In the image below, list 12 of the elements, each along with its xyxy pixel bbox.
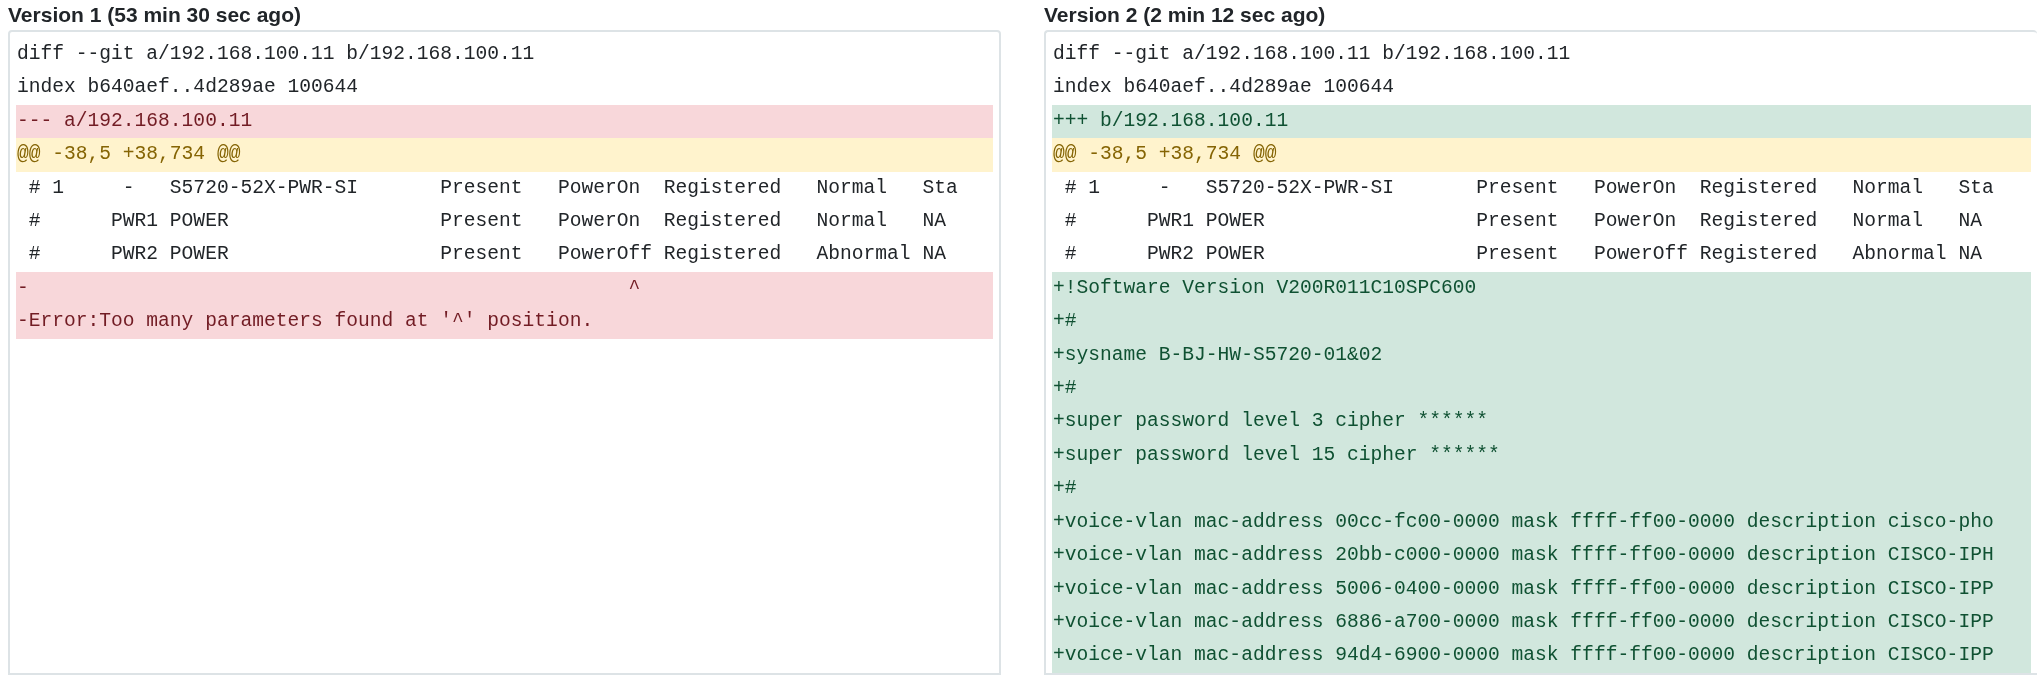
diff-line: # 1 - S5720-52X-PWR-SI Present PowerOn Registered Normal Sta: [27, 175, 959, 201]
diff-line: index b640aef..4d289ae 100644: [16, 75, 359, 101]
panel-title: Version 2 (2 min 12 sec ago): [1044, 2, 1326, 28]
diff-line: index b640aef..4d289ae 100644: [1052, 75, 1395, 101]
panel-title: Version 1 (53 min 30 sec ago): [8, 2, 301, 28]
diff-line: diff --git a/192.168.100.11 b/192.168.100.11: [16, 42, 536, 67]
diff-line: # PWR1 POWER Present PowerOn Registered Normal NA: [27, 209, 947, 235]
diff-line: diff --git a/192.168.100.11 b/192.168.100.11: [1052, 42, 1572, 67]
diff-line: # 1 - S5720-52X-PWR-SI Present PowerOn Registered Normal Sta: [1063, 175, 1995, 201]
diff-line: # PWR1 POWER Present PowerOn Registered Normal NA: [1063, 209, 1983, 235]
diff-line: # PWR2 POWER Present PowerOff Registered Abnormal NA: [27, 242, 947, 268]
diff-line: # PWR2 POWER Present PowerOff Registered Abnormal NA: [1063, 242, 1983, 268]
